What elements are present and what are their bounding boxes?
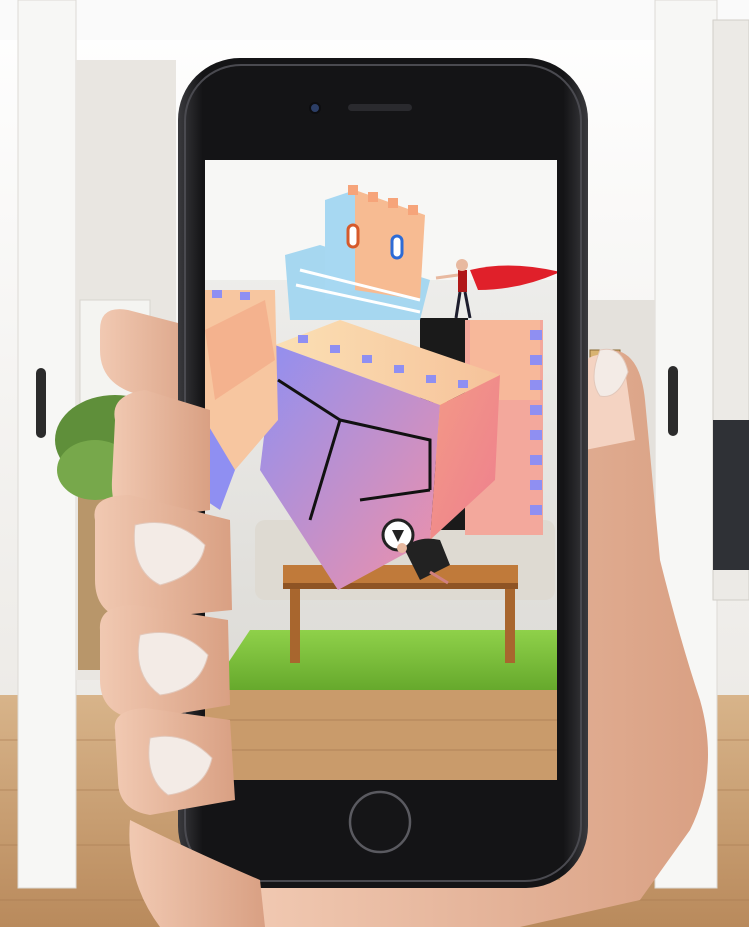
photo-stage	[0, 0, 749, 927]
speaker-grille-icon	[348, 104, 412, 111]
door-handle-icon	[668, 366, 678, 436]
dark-cabinet	[713, 420, 749, 570]
camera-lens-icon	[309, 102, 321, 114]
ceiling	[0, 0, 749, 40]
home-button-icon[interactable]	[348, 790, 412, 854]
phone-screen[interactable]	[205, 160, 560, 780]
door-handle-icon	[36, 368, 46, 438]
ar-scene-illustration	[0, 0, 749, 927]
